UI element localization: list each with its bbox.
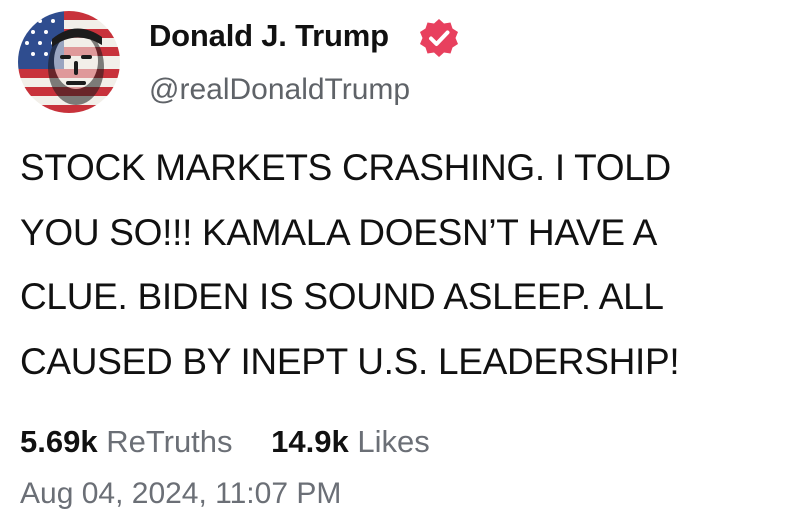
post-timestamp[interactable]: Aug 04, 2024, 11:07 PM: [20, 477, 341, 511]
post-body-text: STOCK MARKETS CRASHING. I TOLD YOU SO!!!…: [20, 147, 680, 382]
likes-stat[interactable]: 14.9k Likes: [271, 424, 430, 459]
likes-label: Likes: [357, 424, 430, 459]
flag-portrait-avatar-icon: [18, 11, 120, 113]
retruths-label: ReTruths: [106, 424, 233, 459]
retruths-stat[interactable]: 5.69k ReTruths: [20, 424, 233, 459]
verified-badge-icon: [420, 19, 458, 57]
avatar[interactable]: [18, 11, 120, 113]
truth-post: Donald J. Trump @realDonaldTrump STOCK M…: [0, 0, 801, 528]
author-display-name[interactable]: Donald J. Trump: [149, 18, 389, 54]
post-stats: 5.69k ReTruths 14.9k Likes: [20, 424, 460, 460]
retruths-count: 5.69k: [20, 424, 98, 459]
author-handle[interactable]: @realDonaldTrump: [149, 73, 410, 107]
likes-count: 14.9k: [271, 424, 349, 459]
